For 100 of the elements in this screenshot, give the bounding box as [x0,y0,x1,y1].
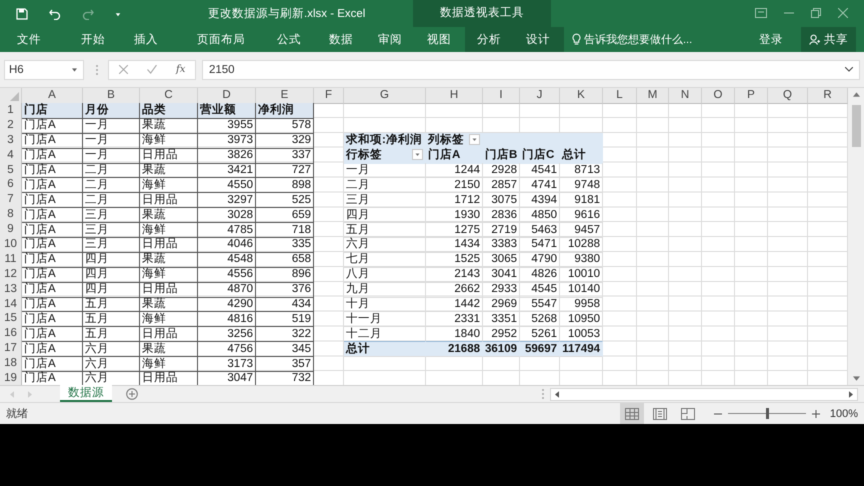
table-cell: 果蔬 [140,341,198,358]
scroll-down-icon[interactable] [852,376,860,381]
ribbon-tab[interactable]: 分析 [465,27,513,52]
ribbon-tab[interactable]: 插入 [122,27,170,52]
column-header[interactable]: J [520,88,560,104]
ribbon-tab[interactable]: 公式 [265,27,313,52]
column-header[interactable]: G [344,88,426,104]
row-header[interactable]: 4 [0,148,22,164]
table-cell: 三月 [83,222,140,238]
table-cell: 9457 [560,222,603,238]
table-cell: 4826 [520,266,560,283]
filter-dropdown-icon[interactable] [412,148,423,160]
table-cell: 3065 [483,252,520,268]
add-sheet-icon[interactable] [126,388,138,400]
share-button[interactable]: 共享 [801,27,856,52]
ribbon-tab[interactable]: 视图 [415,27,463,52]
row-header[interactable]: 8 [0,207,22,224]
row-label: 十一月 [344,311,426,328]
scroll-left-icon[interactable] [555,390,559,398]
row-header[interactable]: 7 [0,192,22,208]
column-header[interactable]: I [483,88,520,104]
scroll-right-icon[interactable] [849,390,853,398]
ribbon-tab[interactable]: 审阅 [366,27,414,52]
row-header[interactable]: 17 [0,341,22,358]
row-header[interactable]: 2 [0,118,22,134]
table-cell: 三月 [83,237,140,253]
row-header[interactable]: 15 [0,311,22,328]
table-cell: 门店A [22,266,83,283]
row-header[interactable]: 1 [0,103,22,119]
ribbon-tab[interactable]: 页面布局 [185,27,257,52]
expand-icon[interactable] [845,67,853,72]
table-cell: 门店A [22,162,83,178]
formula-input[interactable]: 2150 [202,60,860,80]
zoom-level[interactable]: 100% [830,408,858,420]
horizontal-scrollbar[interactable] [550,388,858,400]
table-cell: 2933 [483,282,520,298]
row-label: 二月 [344,177,426,194]
zoom-slider-thumb[interactable] [766,408,769,419]
table-cell: 四月 [83,266,140,283]
ribbon-display-icon[interactable] [755,8,767,18]
ribbon-tab[interactable]: 开始 [69,27,117,52]
header-cell: 营业额 [198,103,256,119]
window-title: 更改数据源与刷新.xlsx - Excel [208,6,366,21]
column-header[interactable]: O [702,88,735,104]
zoom-in-icon[interactable] [812,410,820,418]
dropdown-icon [72,68,77,72]
table-cell: 329 [256,132,314,149]
column-header[interactable]: L [603,88,637,104]
scrollbar-thumb[interactable] [852,105,860,147]
row-header[interactable]: 11 [0,252,22,268]
cancel-icon[interactable] [118,65,128,74]
column-header[interactable]: N [669,88,702,104]
table-cell: 海鲜 [140,266,198,283]
table-cell: 2143 [426,266,483,283]
sheet-tab[interactable]: 数据源 [60,385,112,402]
row-header[interactable]: 18 [0,356,22,372]
row-header[interactable]: 13 [0,282,22,298]
enter-icon[interactable] [146,65,157,74]
table-cell: 2928 [483,162,520,178]
filter-dropdown-icon[interactable] [469,134,480,145]
table-cell: 门店A [22,252,83,268]
column-header[interactable]: Q [768,88,808,104]
table-cell: 1930 [426,207,483,224]
page-break-icon [680,408,695,420]
table-cell: 345 [256,341,314,358]
row-header[interactable]: 16 [0,326,22,342]
ribbon-tab[interactable]: 设计 [513,27,564,52]
table-cell: 896 [256,266,314,283]
table-cell: 海鲜 [140,356,198,372]
column-header[interactable]: M [637,88,669,104]
table-cell: 10010 [560,266,603,283]
scroll-up-icon[interactable] [852,92,860,97]
column-header[interactable]: K [560,88,603,104]
view-button[interactable] [620,403,644,424]
insert-function-button[interactable]: fx [176,64,186,75]
row-header[interactable]: 19 [0,371,22,385]
undo-icon[interactable] [49,8,61,20]
row-header[interactable]: 9 [0,222,22,238]
customize-icon[interactable] [115,10,121,16]
table-cell: 日用品 [140,326,198,342]
table-cell: 门店A [22,177,83,194]
close-icon[interactable] [838,8,848,18]
name-box[interactable]: H6 [4,60,84,80]
redo-icon[interactable] [82,8,94,20]
ribbon-tab[interactable]: 文件 [5,27,53,52]
row-header[interactable]: 12 [0,266,22,283]
row-header[interactable]: 3 [0,132,22,149]
table-cell: 4290 [198,296,256,312]
save-icon[interactable] [16,8,28,20]
column-header[interactable]: P [735,88,768,104]
tell-me-field[interactable]: 告诉我您想要做什么... [572,32,692,47]
row-header[interactable]: 10 [0,237,22,253]
row-header[interactable]: 6 [0,177,22,194]
table-cell: 二月 [83,177,140,194]
column-header[interactable]: H [426,88,483,104]
maximize-icon[interactable] [811,8,821,18]
ribbon-tab[interactable]: 数据 [317,27,365,52]
column-header[interactable]: F [314,88,344,104]
table-cell: 898 [256,177,314,194]
sign-in-link[interactable]: 登录 [753,32,789,47]
